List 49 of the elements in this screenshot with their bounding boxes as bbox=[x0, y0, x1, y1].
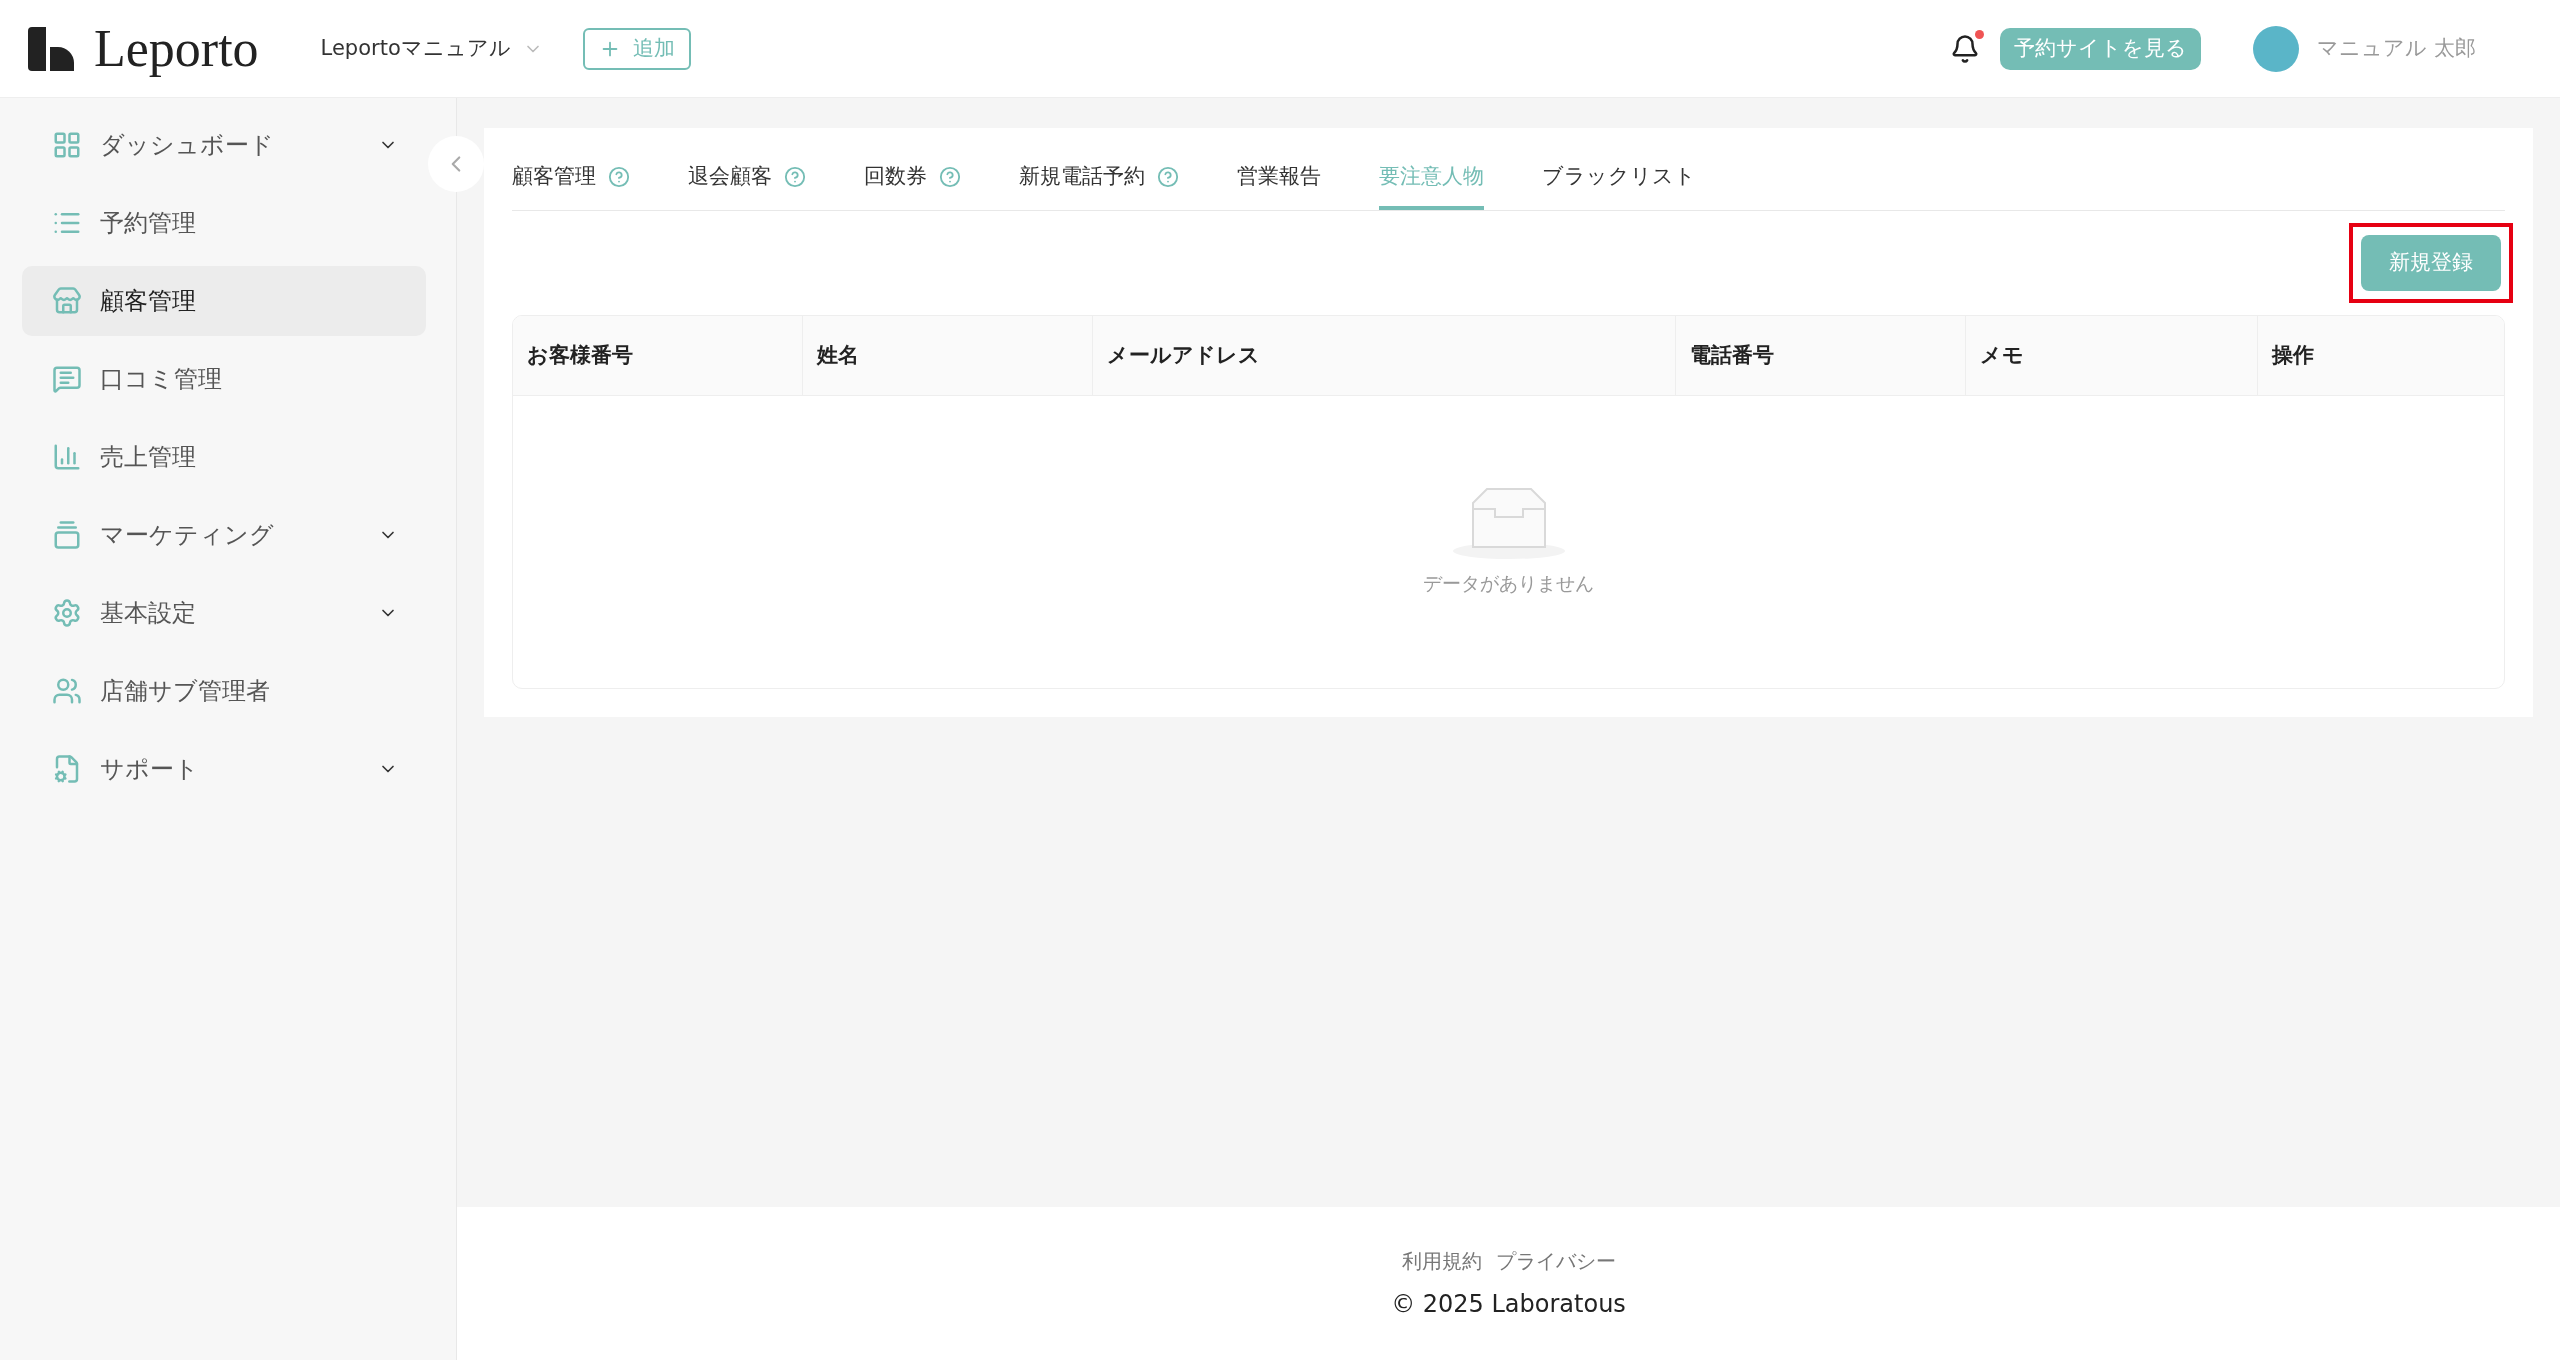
tab[interactable]: 顧客管理 bbox=[512, 148, 630, 210]
sidebar-item-label: マーケティング bbox=[100, 520, 275, 551]
logo-text: Leporto bbox=[94, 22, 259, 75]
logo-icon bbox=[28, 26, 74, 71]
copyright-text: © 2025 Laboratous bbox=[1391, 1288, 1626, 1320]
sidebar-item-label: 売上管理 bbox=[100, 442, 197, 473]
users-icon bbox=[52, 676, 82, 706]
sidebar-item[interactable]: ダッシュボード bbox=[22, 110, 426, 180]
empty-inbox-icon bbox=[1452, 486, 1565, 559]
sidebar-item[interactable]: 店舗サブ管理者 bbox=[22, 656, 426, 726]
store-select[interactable]: Leportoマニュアル bbox=[320, 32, 543, 65]
chart-icon bbox=[52, 442, 82, 472]
sidebar-item-label: サポート bbox=[100, 754, 200, 785]
column-header: 姓名 bbox=[803, 316, 1093, 395]
sidebar-item-label: 顧客管理 bbox=[100, 286, 197, 317]
column-header: 電話番号 bbox=[1676, 316, 1966, 395]
column-header: お客様番号 bbox=[513, 316, 803, 395]
help-icon[interactable] bbox=[608, 166, 630, 188]
tab[interactable]: 新規電話予約 bbox=[1019, 148, 1179, 210]
sidebar-item[interactable]: 顧客管理 bbox=[22, 266, 426, 336]
tab[interactable]: 営業報告 bbox=[1237, 148, 1321, 210]
sidebar-item[interactable]: 売上管理 bbox=[22, 422, 426, 492]
sidebar-item-label: 予約管理 bbox=[100, 208, 197, 239]
grid-icon bbox=[52, 130, 82, 160]
store-icon bbox=[52, 286, 82, 316]
column-header: メールアドレス bbox=[1093, 316, 1676, 395]
chat-icon bbox=[52, 364, 82, 394]
sidebar-item[interactable]: サポート bbox=[22, 734, 426, 804]
footer-link[interactable]: プライバシー bbox=[1495, 1245, 1616, 1276]
sidebar-item-label: ダッシュボード bbox=[100, 130, 275, 161]
sidebar-item[interactable]: 予約管理 bbox=[22, 188, 426, 258]
sidebar-item-label: 口コミ管理 bbox=[100, 364, 223, 395]
sidebar-item[interactable]: マーケティング bbox=[22, 500, 426, 570]
column-header: メモ bbox=[1966, 316, 2258, 395]
footer-link[interactable]: 利用規約 bbox=[1401, 1245, 1482, 1276]
help-icon[interactable] bbox=[1157, 166, 1179, 188]
windows-icon bbox=[52, 520, 82, 550]
tab[interactable]: 回数券 bbox=[864, 148, 961, 210]
tab[interactable]: 退会顧客 bbox=[688, 148, 806, 210]
sidebar-item-label: 基本設定 bbox=[100, 598, 197, 629]
settings-icon bbox=[52, 598, 82, 628]
help-icon[interactable] bbox=[939, 166, 961, 188]
sidebar-item[interactable]: 口コミ管理 bbox=[22, 344, 426, 414]
sidebar-item-label: 店舗サブ管理者 bbox=[100, 676, 271, 707]
empty-message: データがありません bbox=[1423, 570, 1594, 596]
tab[interactable]: ブラックリスト bbox=[1542, 148, 1696, 210]
sidebar-item[interactable]: 基本設定 bbox=[22, 578, 426, 648]
help-icon[interactable] bbox=[784, 166, 806, 188]
column-header: 操作 bbox=[2270, 341, 2315, 369]
